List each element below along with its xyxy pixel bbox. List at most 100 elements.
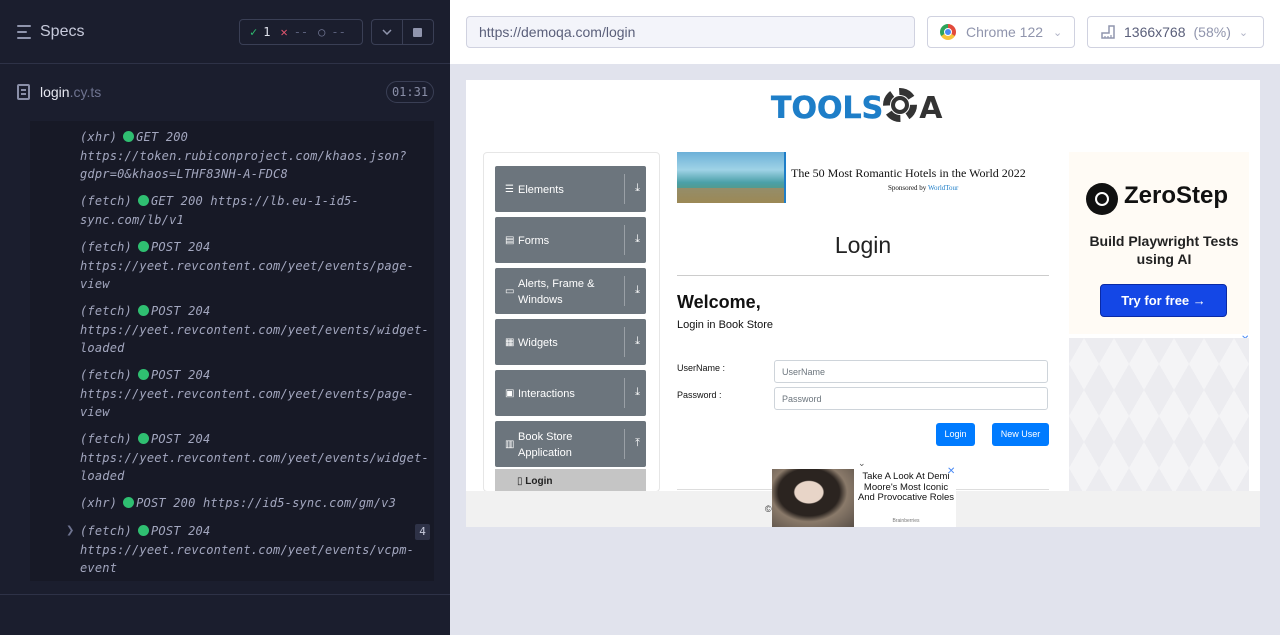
welcome-subtitle: Login in Book Store [677,319,774,331]
passed-stat: ✓ 1 [240,25,270,39]
divider [677,275,1049,276]
expand-button[interactable] [372,20,403,44]
browser-name: Chrome 122 [966,24,1044,40]
pending-stat: ○ -- [308,25,346,39]
failed-stat: ✕ -- [270,25,308,39]
password-label: Password : [677,390,722,400]
failed-count: -- [293,25,309,39]
chevron-down-icon: ⌄ [1238,26,1249,39]
log-entry[interactable]: (fetch) POST 204 https://yeet.revcontent.… [80,366,430,422]
chevron-down-icon[interactable]: ⌄ [858,458,866,469]
chevron-down-icon: ⌄ [1053,26,1063,39]
ruler-icon [1101,25,1115,39]
ad-brand: Brainberries [892,518,920,524]
reporter-footer [0,594,450,635]
ad-placeholder [1069,338,1249,498]
hotel-ad-image [677,152,784,203]
spec-extension: .cy.ts [69,84,102,100]
viewport-size: 1366x768 [1124,24,1186,40]
url-bar[interactable]: https://demoqa.com/login [466,16,915,48]
menu-book-store[interactable]: ▥ Book Store Application ⤒ [495,421,646,467]
spec-filename: login [40,84,70,100]
spec-row[interactable]: login.cy.ts 01:31 [0,65,450,120]
hotel-ad-sponsor: Sponsored by WorldTour [888,184,959,192]
welcome-heading: Welcome, [677,292,761,312]
viewport-selector[interactable]: 1366x768 (58%) ⌄ [1087,16,1264,48]
menu-elements[interactable]: ☰ Elements ⤓ [495,166,646,212]
stop-button[interactable] [403,20,433,44]
status-dot-icon [137,369,149,380]
command-log[interactable]: (xhr) GET 200 https://token.rubiconprojec… [30,121,434,581]
try-for-free-button[interactable]: Try for free → [1100,284,1227,317]
list-icon: ☰ [505,184,514,195]
app-iframe[interactable]: TOOLS A ☰ Elements ⤓ ▤ Forms ⤓ ▭ Alerts, … [466,80,1260,527]
log-entry[interactable]: (fetch) POST 204 https://yeet.revcontent.… [80,430,430,486]
spec-duration: 01:31 [386,81,434,103]
username-label: UserName : [677,363,726,373]
menu-forms[interactable]: ▤ Forms ⤓ [495,217,646,263]
menu-item-login[interactable]: ▯ Login [495,469,646,493]
log-entry[interactable]: (fetch) GET 200 https://lb.eu-1-id5- sync… [80,192,430,229]
download-icon: ⤓ [635,233,640,245]
viewport-scale: (58%) [1193,24,1231,40]
hotel-ad-title: The 50 Most Romantic Hotels in the World… [791,166,1026,180]
window-icon: ▭ [505,286,515,297]
username-input[interactable]: UserName [774,360,1048,383]
zerostep-ad[interactable]: ZeroStep Build Playwright Tests using AI… [1069,152,1249,334]
widgets-icon: ▦ [505,337,515,348]
book-icon: ▥ [505,439,515,450]
log-count-badge: 4 [415,524,430,540]
reporter-panel: Specs ✓ 1 ✕ -- ○ -- login.cy.ts 01:31 (x… [0,0,450,635]
toolsqa-logo[interactable]: TOOLS A [771,88,942,126]
status-dot-icon [123,131,135,142]
specs-title[interactable]: Specs [40,23,84,41]
upload-icon: ⤒ [635,437,640,449]
chevron-down-icon [382,29,392,35]
spec-name: login.cy.ts [40,84,101,100]
browser-selector[interactable]: Chrome 122 ⌄ [927,16,1075,48]
x-icon: ✕ [280,25,288,39]
new-user-button[interactable]: New User [992,423,1049,446]
footer-copyright: © [765,504,772,514]
close-icon[interactable]: ✕ [947,466,955,477]
aut-panel: https://demoqa.com/login Chrome 122 ⌄ 13… [450,0,1280,635]
status-dot-icon [137,525,149,536]
chevron-right-icon[interactable]: ❯ [66,525,74,536]
status-dot-icon [123,497,135,508]
pending-icon: ○ [318,25,326,39]
log-entry[interactable]: (fetch) POST 204 https://yeet.revcontent.… [80,522,430,578]
aut-toolbar: https://demoqa.com/login Chrome 122 ⌄ 13… [450,0,1280,64]
file-icon [17,84,30,100]
log-entry[interactable]: (fetch) POST 204 https://yeet.revcontent.… [80,238,430,294]
run-controls [371,19,434,45]
specs-list-icon[interactable] [17,25,33,39]
zerostep-logo-icon [1086,183,1118,215]
menu-interactions[interactable]: ▣ Interactions ⤓ [495,370,646,416]
ad-thumbnail [772,469,854,527]
side-menu: ☰ Elements ⤓ ▤ Forms ⤓ ▭ Alerts, Frame &… [483,152,660,493]
menu-alerts[interactable]: ▭ Alerts, Frame & Windows ⤓ [495,268,646,314]
page-title: Login [834,232,892,258]
reporter-header: Specs ✓ 1 ✕ -- ○ -- [0,0,450,64]
zerostep-name: ZeroStep [1124,182,1229,209]
login-button[interactable]: Login [936,423,975,446]
check-icon: ✓ [250,25,258,39]
test-stats: ✓ 1 ✕ -- ○ -- [239,19,363,45]
bottom-sticky-ad[interactable]: Take A Look At Demi Moore's Most Iconic … [772,466,956,527]
chrome-icon [940,24,956,40]
download-icon: ⤓ [635,335,640,347]
download-icon: ⤓ [635,386,640,398]
menu-widgets[interactable]: ▦ Widgets ⤓ [495,319,646,365]
log-entry[interactable]: (fetch) POST 204 https://yeet.revcontent.… [80,302,430,358]
status-dot-icon [137,241,149,252]
pending-count: -- [331,25,346,39]
download-icon: ⤓ [635,182,640,194]
log-entry[interactable]: (xhr) POST 200 https://id5-sync.com/gm/v3 [80,494,430,513]
interactions-icon: ▣ [505,388,515,399]
hotel-ad-banner[interactable]: The 50 Most Romantic Hotels in the World… [677,152,1026,203]
log-entry[interactable]: (xhr) GET 200 https://token.rubiconprojec… [80,128,430,184]
password-input[interactable]: Password [774,387,1048,410]
status-dot-icon [137,433,149,444]
status-dot-icon [137,305,149,316]
form-icon: ▤ [505,235,515,246]
